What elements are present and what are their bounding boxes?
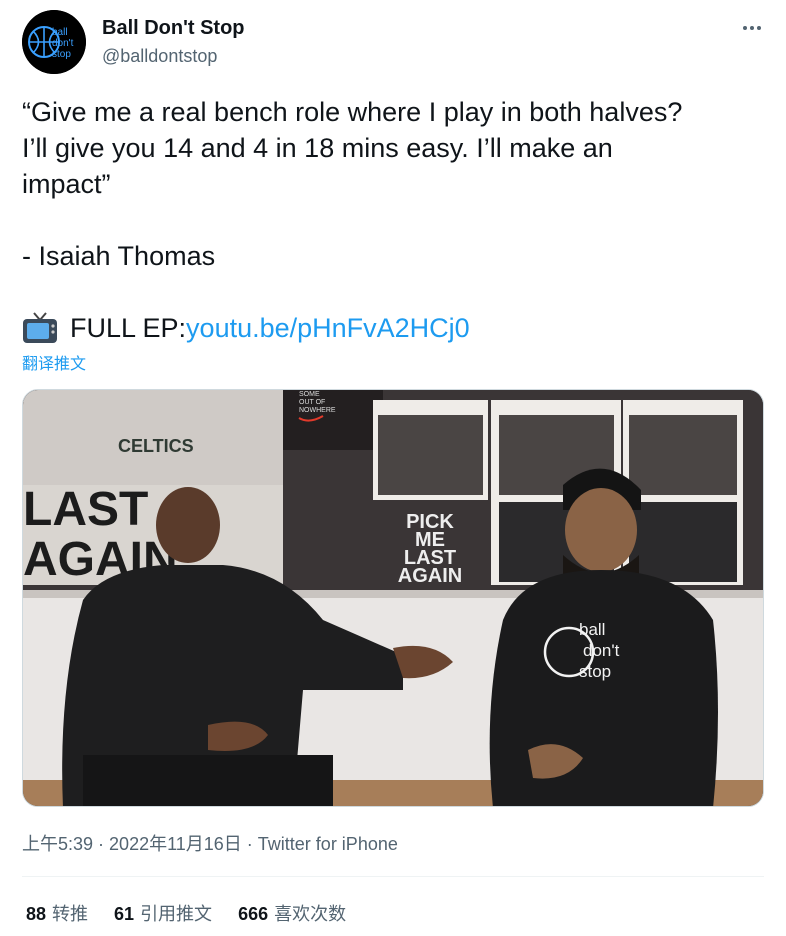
tweet-line-3: impact” bbox=[22, 169, 111, 199]
hoodie-text-ball: ball bbox=[579, 620, 605, 639]
attribution: - Isaiah Thomas bbox=[22, 241, 216, 271]
more-dot bbox=[743, 26, 747, 30]
hoodie-text-dont: don't bbox=[583, 641, 620, 660]
likes-stat[interactable]: 666 喜欢次数 bbox=[238, 900, 346, 926]
tweet-line-2: I’ll give you 14 and 4 in 18 mins easy. … bbox=[22, 133, 613, 163]
full-episode-line: FULL EP: youtu.be/pHnFvA2HCj0 bbox=[22, 310, 764, 346]
jersey-text: CELTICS bbox=[118, 436, 194, 456]
avatar[interactable]: ball don't stop bbox=[22, 10, 86, 74]
handle[interactable]: @balldontstop bbox=[102, 44, 245, 68]
ball-dont-stop-logo-icon: ball don't stop bbox=[22, 10, 86, 74]
quote-tweets-stat[interactable]: 61 引用推文 bbox=[114, 900, 212, 926]
video-thumbnail[interactable]: CELTICS LAST AGAIN SOME OUT OF NOWHERE P… bbox=[22, 389, 764, 807]
meta-separator: · bbox=[241, 834, 258, 854]
avatar-text-dont: don't bbox=[52, 38, 74, 49]
retweet-count: 88 bbox=[26, 904, 47, 924]
like-count: 666 bbox=[238, 904, 269, 924]
engagement-stats: 88 转推 61 引用推文 666 喜欢次数 bbox=[26, 900, 346, 926]
nike-text-3: NOWHERE bbox=[299, 407, 336, 414]
more-dot bbox=[757, 26, 761, 30]
tweet-time[interactable]: 上午5:39 bbox=[22, 834, 93, 854]
tweet-header: ball don't stop Ball Don't Stop @balldon… bbox=[22, 10, 764, 74]
like-label: 喜欢次数 bbox=[274, 904, 347, 924]
avatar-text-stop: stop bbox=[52, 49, 71, 60]
tweet-metadata: 上午5:39 · 2022年11月16日 · Twitter for iPhon… bbox=[22, 830, 398, 856]
retweets-stat[interactable]: 88 转推 bbox=[26, 900, 88, 926]
television-emoji-icon bbox=[23, 312, 57, 343]
tweet-source[interactable]: Twitter for iPhone bbox=[258, 834, 398, 854]
tweet-card: ball don't stop Ball Don't Stop @balldon… bbox=[0, 0, 786, 936]
display-name[interactable]: Ball Don't Stop bbox=[102, 16, 245, 40]
episode-link[interactable]: youtu.be/pHnFvA2HCj0 bbox=[186, 310, 470, 346]
author-names: Ball Don't Stop @balldontstop bbox=[102, 16, 245, 68]
translate-tweet-link[interactable]: 翻译推文 bbox=[22, 350, 86, 374]
divider bbox=[22, 876, 764, 877]
more-dot bbox=[750, 26, 754, 30]
nike-text-2: OUT OF bbox=[299, 399, 325, 406]
nike-text-1: SOME bbox=[299, 391, 320, 398]
meta-separator: · bbox=[93, 834, 110, 854]
full-ep-label: FULL EP: bbox=[70, 313, 187, 343]
avatar-text-ball: ball bbox=[52, 27, 68, 38]
banner-text-last: LAST bbox=[23, 483, 148, 536]
quote-label: 引用推文 bbox=[140, 904, 213, 924]
retweet-label: 转推 bbox=[52, 904, 89, 924]
media-image: CELTICS LAST AGAIN SOME OUT OF NOWHERE P… bbox=[23, 390, 763, 806]
quote-count: 61 bbox=[114, 904, 135, 924]
poster-text-again: AGAIN bbox=[398, 565, 462, 587]
tweet-line-1: “Give me a real bench role where I play … bbox=[22, 97, 683, 127]
tweet-text: “Give me a real bench role where I play … bbox=[22, 94, 764, 346]
tweet-date[interactable]: 2022年11月16日 bbox=[109, 834, 242, 854]
hoodie-text-stop: stop bbox=[579, 662, 611, 681]
more-horizontal-icon[interactable] bbox=[740, 16, 764, 40]
